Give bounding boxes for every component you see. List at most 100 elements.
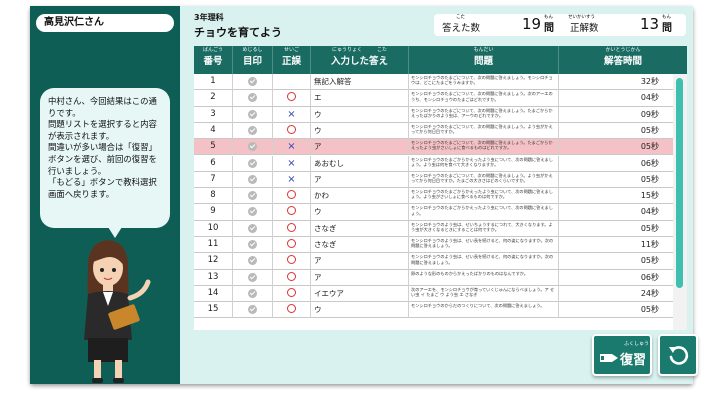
checkmark-icon[interactable] — [248, 174, 257, 184]
result-cell: × — [272, 155, 310, 172]
result-cell — [272, 188, 310, 205]
col-number-ruby: ばんごう — [202, 47, 223, 53]
answer-cell: ウ — [310, 122, 408, 139]
review-button[interactable]: ふくしゅう 復習 — [592, 334, 652, 376]
result-cell — [272, 220, 310, 237]
bubble-line-1: 中村さん、今回結果はこの通りです。 — [48, 96, 157, 118]
table-row[interactable]: 15 ウモンシロチョウのからだのつくりについて、次の問題に答えましょう。 05秒 — [194, 302, 673, 319]
time-cell: 05秒 — [558, 171, 673, 188]
checkmark-icon[interactable] — [248, 256, 257, 266]
mark-cell[interactable] — [232, 269, 272, 286]
answer-cell: さなぎ — [310, 237, 408, 253]
answer-cell: 無記入解答 — [310, 74, 408, 90]
answer-cell: ウ — [310, 302, 408, 319]
mark-cell[interactable] — [232, 171, 272, 188]
table-row[interactable]: 2 エモンシロチョウのたまごについて、次の問題に答えましょう。次のア〜エのうち、モ… — [194, 90, 673, 107]
back-button[interactable] — [658, 334, 698, 376]
checkmark-icon[interactable] — [248, 191, 257, 201]
row-number: 14 — [207, 287, 219, 298]
row-number: 11 — [207, 239, 219, 249]
bubble-line-4: 「もどる」ボタンで教科選択画面へ戻ります。 — [48, 177, 157, 199]
checkmark-icon[interactable] — [248, 158, 257, 168]
checkmark-icon[interactable] — [248, 240, 257, 249]
col-question-label: 問題 — [473, 56, 493, 67]
row-number: 4 — [210, 124, 216, 135]
table-row[interactable]: 5 × アモンシロチョウのたまごについて、次の問題に答えましょう。たまごからかえった… — [194, 139, 673, 156]
row-number: 7 — [210, 173, 216, 184]
table-row[interactable]: 11 さなぎ モンシロチョウのよう虫は、せい長を続けると、何の姿になりますか。次の問… — [194, 237, 673, 254]
row-number: 2 — [210, 92, 216, 103]
mark-cell[interactable] — [232, 220, 272, 237]
mark-cell[interactable] — [232, 74, 272, 90]
mark-cell[interactable] — [232, 122, 272, 139]
table-row[interactable]: 1 無記入解答 モンシロチョウのたまごについて、次の問題に答えましょう。モンシロチョ… — [194, 74, 673, 91]
question-cell: モンシロチョウのたまごからかえったよう虫について、次の問題に答えましょう。よう虫… — [408, 155, 558, 172]
table-row[interactable]: 10 さなぎ モンシロチョウのよう虫は、せいちょうするにつれて、大きくなります。よう… — [194, 220, 673, 237]
checkmark-icon[interactable] — [248, 125, 257, 135]
question-cell: 卵のような形のものからかえったばかりのものはなんですか。 — [408, 269, 558, 286]
mark-cell[interactable] — [232, 188, 272, 205]
checkmark-icon[interactable] — [248, 223, 257, 233]
col-answer-ruby: にゅうりょく こた — [331, 47, 387, 53]
mark-cell[interactable] — [232, 90, 272, 107]
mark-cell[interactable] — [232, 106, 272, 123]
table-row[interactable]: 7 × アモンシロチョウのたまごについて、次の問題に答えましょう。よう虫がかえってか… — [194, 171, 673, 189]
checkmark-icon[interactable] — [248, 93, 257, 103]
subject-label: 3年理科 — [194, 13, 224, 22]
score-summary: こた 答えた数 19 もん 問 せいかいすう 正解数 13 もん 問 — [434, 14, 686, 36]
checkmark-icon[interactable] — [248, 272, 257, 282]
row-number: 6 — [210, 157, 216, 168]
guide-character-illustration — [84, 240, 151, 383]
checkmark-icon[interactable] — [248, 142, 257, 152]
col-number-header: ばんごう 番号 — [194, 46, 232, 74]
mark-cell[interactable] — [232, 155, 272, 172]
table-row[interactable]: 13 ア卵のような形のものからかえったばかりのものはなんですか。 06秒 — [194, 269, 673, 286]
col-answer-label: 入力した答え — [330, 56, 388, 67]
table-row[interactable]: 9 ウモンシロチョウのたまごからかえったよう虫について、次の問題に答えましょう。 0… — [194, 204, 673, 221]
bubble-line-3: 間違いが多い場合は「復習」ボタンを選び、前回の復習を行いましょう。 — [48, 142, 157, 176]
mark-cell[interactable] — [232, 237, 272, 253]
incorrect-cross-icon: × — [287, 108, 296, 120]
time-cell: 32秒 — [558, 74, 673, 90]
result-cell — [272, 269, 310, 286]
checkmark-icon[interactable] — [248, 77, 257, 86]
row-number: 12 — [207, 255, 219, 266]
table-row[interactable]: 8 かわ モンシロチョウのたまごからかえったよう虫について、次の問題に答えましょう。… — [194, 188, 673, 205]
row-number: 9 — [210, 206, 216, 217]
table-row[interactable]: 6 × あおむし モンシロチョウのたまごからかえったよう虫について、次の問題に答えまし… — [194, 155, 673, 172]
correct-count-label: 正解数 — [570, 23, 599, 34]
table-row[interactable]: 4 ウモンシロチョウのたまごについて、次の問題に答えましょう。よう虫がかえってから… — [194, 122, 673, 140]
checkmark-icon[interactable] — [248, 288, 257, 298]
answered-count-value: 19 — [522, 15, 542, 33]
scrollbar-thumb[interactable] — [676, 78, 683, 288]
result-cell — [272, 122, 310, 139]
table-scrollbar[interactable] — [673, 74, 687, 330]
time-cell: 04秒 — [558, 204, 673, 221]
result-cell — [272, 285, 310, 302]
question-cell: モンシロチョウのたまごからかえったよう虫について、次の問題に答えましょう。 — [408, 204, 558, 221]
col-time-ruby: かいとうじかん — [605, 47, 641, 53]
table-row[interactable]: 14 イエウア 次のア〜エを、モンシロチョウが育っていくじゅんにならべましょう。ア … — [194, 285, 673, 303]
guide-speech-bubble: 中村さん、今回結果はこの通りです。 問題リストを選択すると内容が表示されます。 … — [40, 88, 170, 238]
table-header: ばんごう 番号 めじるし 目印 せいご 正誤 にゅうりょく こた 入力した答え もんだい… — [194, 46, 687, 74]
row-number: 10 — [207, 222, 219, 233]
checkmark-icon[interactable] — [248, 109, 257, 119]
mark-cell[interactable] — [232, 204, 272, 221]
table-row[interactable]: 12 アモンシロチョウのよう虫は、せい長を続けると、何の姿になりますか。次の問題に… — [194, 253, 673, 270]
correct-circle-icon — [287, 239, 296, 248]
checkmark-icon[interactable] — [248, 207, 257, 217]
incorrect-cross-icon: × — [287, 141, 296, 153]
mark-cell[interactable] — [232, 253, 272, 270]
correct-circle-icon — [287, 124, 296, 134]
checkmark-icon[interactable] — [248, 305, 257, 315]
mark-cell[interactable] — [232, 285, 272, 302]
table-row[interactable]: 3 × ウモンシロチョウのたまごについて、次の問題に答えましょう。たまごからかえった… — [194, 106, 673, 123]
answer-cell: ア — [310, 171, 408, 188]
mark-cell[interactable] — [232, 139, 272, 156]
row-number: 8 — [210, 190, 216, 201]
mark-cell[interactable] — [232, 302, 272, 319]
question-cell: モンシロチョウのよう虫は、せいちょうするにつれて、大きくなります。よう虫が大きく… — [408, 220, 558, 237]
answer-cell: イエウア — [310, 285, 408, 302]
time-cell: 05秒 — [558, 253, 673, 270]
col-question-ruby: もんだい — [473, 47, 494, 53]
